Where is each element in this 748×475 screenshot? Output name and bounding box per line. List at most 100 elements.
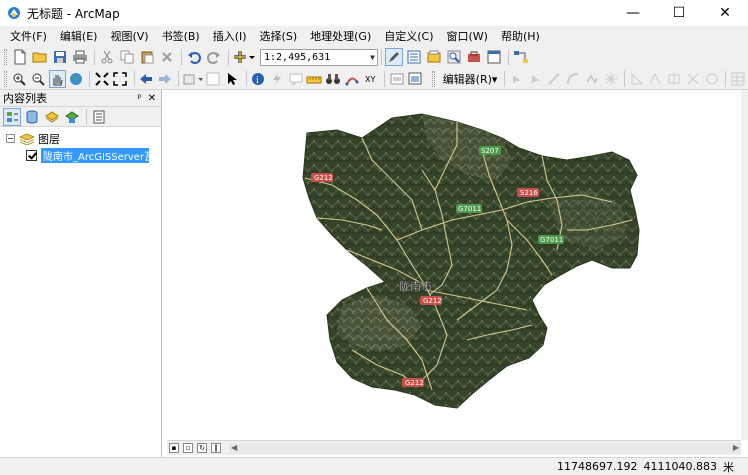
goto-xy-button[interactable]: XY	[362, 70, 379, 88]
fixed-zoom-out-button[interactable]	[112, 70, 129, 88]
refresh-button[interactable]: ↻	[197, 443, 207, 453]
point-button[interactable]	[602, 70, 619, 88]
table-of-contents-button[interactable]	[405, 48, 423, 66]
new-document-button[interactable]	[11, 48, 29, 66]
save-icon	[54, 51, 66, 63]
pan-button[interactable]	[48, 69, 66, 88]
edit-vertices-button[interactable]	[628, 70, 645, 88]
toolbar-separator	[94, 49, 95, 65]
reshape-feature-button[interactable]	[647, 70, 664, 88]
arctoolbox-icon	[468, 51, 480, 62]
menu-geoprocessing[interactable]: 地理处理(G)	[306, 28, 375, 44]
menu-customize[interactable]: 自定义(C)	[380, 28, 437, 44]
list-by-visibility-button[interactable]	[43, 108, 61, 126]
list-by-source-button[interactable]	[23, 108, 41, 126]
select-elements-button[interactable]	[224, 70, 241, 88]
toolbar-grip[interactable]	[4, 70, 7, 87]
copy-button[interactable]	[118, 48, 136, 66]
cut-button[interactable]	[98, 48, 116, 66]
arcmap-logo-icon	[8, 7, 20, 19]
minimize-button[interactable]: —	[610, 0, 656, 26]
editor-menu-button[interactable]: 编辑器(R)▾	[443, 71, 498, 87]
straight-segment-button[interactable]	[546, 70, 563, 88]
menu-selection[interactable]: 选择(S)	[256, 28, 302, 44]
layer-name-selected[interactable]: 陇南市_ArcGISServer瓦片	[41, 148, 149, 163]
menu-bookmarks[interactable]: 书签(B)	[158, 28, 204, 44]
toolbar-grip[interactable]	[431, 70, 435, 87]
data-view-button[interactable]: ▪	[169, 443, 179, 453]
rotate-tool-button[interactable]	[703, 70, 720, 88]
pause-drawing-button[interactable]: ‖	[211, 443, 221, 453]
layout-view-button[interactable]: ▫	[183, 443, 193, 453]
menu-insert[interactable]: 插入(I)	[209, 28, 251, 44]
measure-button[interactable]	[306, 70, 323, 88]
maximize-button[interactable]: ☐	[656, 0, 702, 26]
arctoolbox-button[interactable]	[465, 48, 483, 66]
horizontal-scrollbar[interactable]: ◀ ▶	[229, 442, 741, 454]
map-scale-combobox[interactable]: 1:2,495,631 ▼	[260, 48, 378, 66]
vertical-scrollbar[interactable]	[741, 90, 748, 440]
search-window-button[interactable]	[445, 48, 463, 66]
toolbar-grip[interactable]	[4, 49, 7, 65]
road-label: G7011	[458, 205, 481, 213]
split-tool-button[interactable]	[685, 70, 702, 88]
layers-group-label[interactable]: 图层	[38, 131, 60, 147]
pin-icon[interactable]: ᵖ	[137, 93, 141, 104]
menu-view[interactable]: 视图(V)	[106, 28, 152, 44]
list-by-drawing-order-button[interactable]	[3, 107, 21, 126]
edit-tool-button[interactable]	[508, 70, 525, 88]
zoom-in-button[interactable]	[11, 70, 28, 88]
toc-options-button[interactable]	[90, 108, 108, 126]
redo-button[interactable]	[205, 48, 223, 66]
menu-file[interactable]: 文件(F)	[6, 28, 51, 44]
save-button[interactable]	[51, 48, 69, 66]
print-button[interactable]	[71, 48, 89, 66]
close-button[interactable]: ✕	[702, 0, 748, 26]
delete-button[interactable]	[158, 48, 176, 66]
road-label: G212	[314, 174, 333, 182]
full-extent-button[interactable]	[68, 70, 85, 88]
end-point-arc-button[interactable]	[565, 70, 582, 88]
attributes-button[interactable]	[729, 70, 746, 88]
printer-icon	[73, 50, 87, 64]
trace-button[interactable]	[584, 70, 601, 88]
open-button[interactable]	[31, 48, 49, 66]
menu-edit[interactable]: 编辑(E)	[56, 28, 102, 44]
editor-toolbar-button[interactable]	[385, 48, 403, 66]
catalog-button[interactable]	[425, 48, 443, 66]
undo-button[interactable]	[185, 48, 203, 66]
forward-extent-button[interactable]	[157, 70, 174, 88]
toc-close-icon[interactable]: ✕	[148, 93, 156, 104]
menu-windows[interactable]: 窗口(W)	[443, 28, 492, 44]
list-by-selection-button[interactable]	[63, 108, 81, 126]
fixed-zoom-in-button[interactable]	[93, 70, 110, 88]
find-button[interactable]	[325, 70, 342, 88]
time-slider-button[interactable]	[388, 70, 405, 88]
create-viewer-button[interactable]	[407, 70, 424, 88]
map-bottom-bar: ▪ ▫ ↻ ‖ ◀ ▶	[167, 440, 741, 455]
paste-button[interactable]	[138, 48, 156, 66]
python-window-button[interactable]	[485, 48, 503, 66]
toolbar-separator	[725, 70, 727, 87]
options-list-icon	[93, 110, 105, 123]
find-route-button[interactable]	[344, 70, 361, 88]
select-features-button[interactable]	[182, 70, 203, 88]
html-popup-button[interactable]	[287, 70, 304, 88]
menu-help[interactable]: 帮助(H)	[497, 28, 544, 44]
scroll-right-icon[interactable]: ▶	[733, 443, 739, 452]
edit-annotation-button[interactable]	[527, 70, 544, 88]
zoom-out-button[interactable]	[30, 70, 47, 88]
toc-icon	[407, 50, 421, 64]
clear-selection-button[interactable]	[205, 70, 222, 88]
model-builder-button[interactable]	[512, 48, 530, 66]
arrow-right-icon	[159, 73, 172, 84]
identify-button[interactable]: i	[250, 70, 267, 88]
back-extent-button[interactable]	[138, 70, 155, 88]
map-canvas[interactable]: G212 G212 G212 S216 G7011 G7011 S207 陇南市	[167, 90, 741, 440]
collapse-toggle[interactable]: −	[6, 134, 15, 143]
cut-polygons-button[interactable]	[666, 70, 683, 88]
add-data-button[interactable]	[232, 48, 256, 66]
layer-visibility-checkbox[interactable]	[26, 150, 37, 161]
hyperlink-button[interactable]	[268, 70, 285, 88]
scroll-left-icon[interactable]: ◀	[231, 443, 237, 452]
